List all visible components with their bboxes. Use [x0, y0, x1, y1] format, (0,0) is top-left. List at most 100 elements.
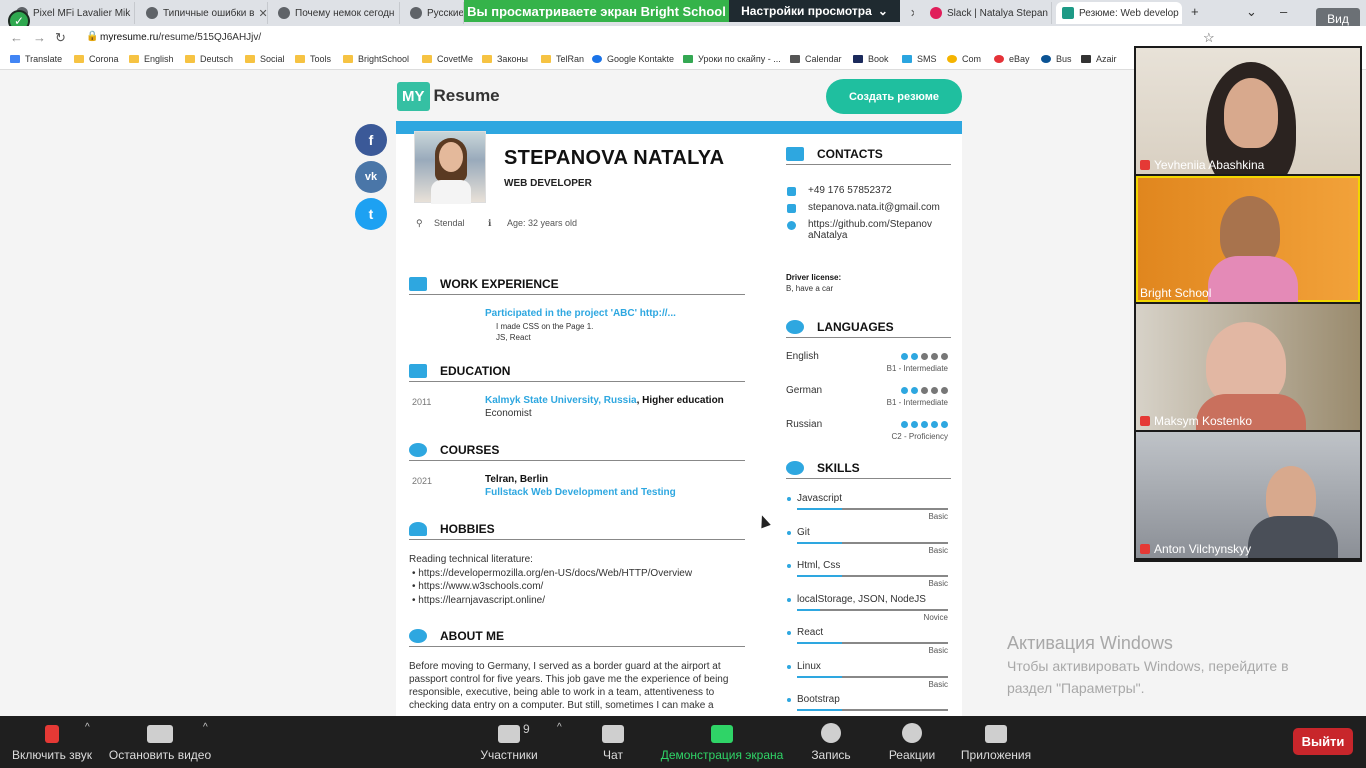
forward-arrow-icon[interactable]: →	[33, 30, 46, 45]
browser-tab[interactable]: Почему немок сегодн	[272, 2, 400, 24]
bookmark-folder[interactable]: English	[129, 48, 174, 70]
bookmark-item[interactable]: Azair	[1081, 48, 1117, 70]
language-name: German	[786, 385, 823, 396]
azair-icon	[1081, 55, 1091, 63]
meeting-toolbar: Включить звук ^ Остановить видео ^ Участ…	[0, 716, 1366, 768]
language-level-dots	[901, 421, 948, 428]
participants-options-caret-icon[interactable]: ^	[557, 722, 562, 733]
browser-tab[interactable]: Русские пс	[404, 2, 464, 24]
close-tab-icon[interactable]: ✕	[254, 7, 267, 20]
reactions-button[interactable]: Реакции	[888, 716, 936, 768]
section-title: LANGUAGES	[817, 319, 894, 334]
browser-tab[interactable]: Типичные ошибки в ✕	[140, 2, 268, 24]
folder-icon	[295, 55, 305, 63]
globe-icon	[786, 319, 804, 334]
github-link[interactable]: https://github.com/Stepanov aNatalya	[808, 219, 932, 241]
skill-level-fill	[797, 608, 820, 611]
close-tab-icon[interactable]: ✕	[1179, 7, 1182, 20]
record-button[interactable]: Запись	[810, 716, 852, 768]
back-arrow-icon[interactable]: ←	[10, 30, 23, 45]
work-project-link[interactable]: Participated in the project 'ABC' http:/…	[485, 307, 676, 320]
tab-title: Резюме: Web develop	[1079, 7, 1179, 19]
leave-meeting-button[interactable]: Выйти	[1293, 728, 1353, 755]
education-school[interactable]: Kalmyk State University, Russia	[485, 395, 637, 406]
participant-tile[interactable]: Anton Vilchynskyy	[1136, 432, 1360, 558]
translate-icon	[10, 55, 20, 63]
bookmark-folder[interactable]: Deutsch	[185, 48, 233, 70]
vk-icon[interactable]: vk	[355, 161, 387, 193]
share-screen-button[interactable]: Демонстрация экрана	[660, 716, 784, 768]
about-line: Before moving to Germany, I served as a …	[409, 661, 721, 672]
bookmark-item[interactable]: Bus	[1041, 48, 1072, 70]
browser-tab[interactable]: Slack | Natalya Stepan✕	[924, 2, 1052, 24]
bookmark-item[interactable]: Com	[947, 48, 981, 70]
course-title[interactable]: Fullstack Web Development and Testing	[485, 486, 676, 499]
language-row: English B1 - Intermediate	[786, 351, 948, 373]
bookmark-folder[interactable]: Tools	[295, 48, 331, 70]
facebook-icon[interactable]: f	[355, 124, 387, 156]
twitter-icon[interactable]: t	[355, 198, 387, 230]
new-tab-button[interactable]: +	[1191, 4, 1199, 19]
language-row: German B1 - Intermediate	[786, 385, 948, 407]
star-icon[interactable]: ☆	[1203, 30, 1215, 46]
minimize-icon[interactable]: –	[1280, 4, 1287, 19]
reload-icon[interactable]: ↻	[55, 30, 66, 46]
close-tab-icon[interactable]: ✕	[130, 7, 134, 20]
skill-row: React Basic	[786, 627, 948, 655]
bookmark-item[interactable]: Book	[853, 48, 889, 70]
participant-tile[interactable]: Maksym Kostenko	[1136, 304, 1360, 430]
bookmark-item[interactable]: Google Kontakte	[592, 48, 674, 70]
bookmark-item[interactable]: Уроки по скайпу - ...	[683, 48, 781, 70]
about-line: passport control for five years. This jo…	[409, 674, 729, 685]
hobby-link[interactable]: • https://www.w3schools.com/	[412, 580, 543, 593]
language-level: B1 - Intermediate	[886, 364, 948, 373]
bookmark-label: BrightSchool	[358, 54, 410, 64]
apps-button[interactable]: Приложения	[958, 716, 1034, 768]
hobby-link[interactable]: • https://developermozilla.org/en-US/doc…	[412, 567, 692, 580]
close-tab-icon[interactable]: ✕	[900, 2, 914, 24]
bookmark-folder[interactable]: Corona	[74, 48, 119, 70]
skill-name: Git	[786, 527, 948, 538]
unmute-button[interactable]: Включить звук	[10, 716, 94, 768]
tab-search-icon[interactable]: ⌄	[1246, 4, 1257, 20]
tab-favicon-icon	[1062, 7, 1074, 19]
bookmark-item[interactable]: Translate	[10, 48, 62, 70]
phone-text[interactable]: +49 176 57852372	[808, 185, 892, 196]
bookmark-folder[interactable]: Social	[245, 48, 285, 70]
bookmark-item[interactable]: eBay	[994, 48, 1030, 70]
graduation-cap-icon	[409, 363, 427, 378]
bookmark-folder[interactable]: TelRan	[541, 48, 584, 70]
url-field[interactable]: myresume.ru/resume/515QJ6AHJjv/	[100, 26, 261, 48]
participant-tile-active[interactable]: Bright School	[1136, 176, 1360, 302]
education-field: Economist	[485, 408, 532, 419]
chat-button[interactable]: Чат	[600, 716, 626, 768]
bookmark-folder[interactable]: CovetMe	[422, 48, 473, 70]
bookmark-label: Законы	[497, 54, 528, 64]
bookmark-item[interactable]: SMS	[902, 48, 937, 70]
contact-email: stepanova.nata.it@gmail.com	[787, 202, 940, 213]
social-share-bar: f vk t	[355, 124, 387, 235]
participants-icon	[498, 725, 520, 743]
hobby-link[interactable]: • https://learnjavascript.online/	[412, 594, 545, 607]
participant-tile[interactable]: Yevheniia Abashkina	[1136, 48, 1360, 174]
bookmark-folder[interactable]: Законы	[482, 48, 528, 70]
bookmark-label: Уроки по скайпу - ...	[698, 54, 781, 64]
language-name: English	[786, 351, 819, 362]
close-tab-icon[interactable]: ✕	[1048, 7, 1051, 20]
section-title: CONTACTS	[817, 146, 883, 161]
view-options-dropdown[interactable]: Настройки просмотра ⌄	[729, 0, 900, 22]
create-resume-button[interactable]: Создать резюме	[826, 79, 962, 114]
stop-video-button[interactable]: Остановить видео	[108, 716, 212, 768]
bookmark-folder[interactable]: BrightSchool	[343, 48, 409, 70]
section-title: HOBBIES	[440, 521, 495, 536]
browser-tab-active[interactable]: Резюме: Web develop✕	[1056, 2, 1182, 24]
ebay-icon	[994, 55, 1004, 63]
video-options-caret-icon[interactable]: ^	[203, 722, 208, 733]
email-text[interactable]: stepanova.nata.it@gmail.com	[808, 202, 940, 213]
audio-options-caret-icon[interactable]: ^	[85, 722, 90, 733]
site-logo[interactable]: MY Resume	[397, 80, 500, 112]
view-options-label: Настройки просмотра	[741, 4, 872, 18]
bookmark-item[interactable]: Calendar	[790, 48, 842, 70]
language-level: B1 - Intermediate	[886, 398, 948, 407]
participants-button[interactable]: Участники	[478, 716, 540, 768]
